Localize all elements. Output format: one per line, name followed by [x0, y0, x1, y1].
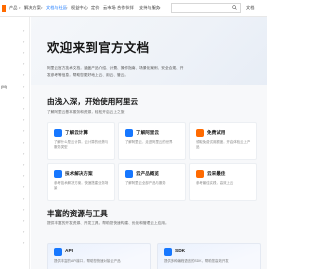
card-title: 云产品概览: [136, 171, 159, 176]
resource-card[interactable]: API 提供丰富的API接口，帮助您快速对接云产品: [47, 243, 151, 269]
resource-icon: [164, 248, 172, 256]
chevron-right-icon[interactable]: ›: [23, 84, 24, 89]
card-icon: [54, 170, 62, 178]
hero-description: 阿里云官方技术文档，涵盖产品介绍、计费、操作指南、场景化案例、安全合规、开发参考…: [47, 66, 184, 77]
card-title: 了解阿里云: [136, 130, 159, 135]
chevron-right-icon[interactable]: ›: [23, 28, 24, 33]
card-title: 云采最佳: [207, 171, 226, 176]
chevron-right-icon[interactable]: ›: [23, 196, 24, 201]
card-description: 参考技术解决方案，快速搭建业务场景: [54, 181, 109, 190]
chevron-right-icon[interactable]: ›: [23, 151, 24, 156]
resource-icon: [54, 248, 62, 256]
section-title-getting-started: 由浅入深，开始使用阿里云: [47, 97, 139, 106]
start-card[interactable]: 免费试用领取免费试用额度，开启体验云上产品: [189, 122, 257, 160]
hero-banner: 欢迎来到官方文档 阿里云官方技术文档，涵盖产品介绍、计费、操作指南、场景化案例、…: [31, 17, 267, 85]
chevron-right-icon[interactable]: ›: [23, 174, 24, 178]
start-card[interactable]: 技术解决方案参考技术解决方案，快速搭建业务场景: [47, 163, 115, 201]
chevron-right-icon[interactable]: ›: [23, 39, 24, 44]
nav-item-docs-community[interactable]: 文档与社区: [46, 5, 67, 11]
chevron-right-icon[interactable]: ›: [23, 129, 24, 133]
card-description: 了解什么是云计算，云计算的优势与服务类型: [54, 140, 109, 149]
sidebar-item-label[interactable]: (M): [1, 84, 7, 89]
chevron-right-icon[interactable]: ›: [23, 106, 24, 111]
chevron-right-icon[interactable]: ›: [23, 62, 24, 66]
nav-item-partners[interactable]: 合作伙伴: [117, 5, 134, 11]
card-description: 领取免费试用额度，开启体验云上产品: [196, 140, 251, 149]
logo[interactable]: [2, 5, 6, 12]
card-icon: [54, 129, 62, 137]
start-card[interactable]: 了解云计算了解什么是云计算，云计算的优势与服务类型: [47, 122, 115, 160]
card-title: 技术解决方案: [65, 171, 93, 176]
start-card[interactable]: 了解阿里云了解阿里云，走进阿里云的世界: [118, 122, 186, 160]
section-description-resources: 提供丰富的开发资源、开发工具，帮助您快速构建、优化和管理云上应用。: [47, 221, 169, 225]
nav-item-products[interactable]: 产品: [9, 5, 17, 11]
chevron-down-icon: ▾: [41, 6, 43, 10]
resource-card[interactable]: SDK 提供多种编程语言的SDK，帮助您高效开发: [157, 243, 261, 269]
card-description: 参考最佳实践，高效上云: [196, 181, 234, 185]
chevron-right-icon[interactable]: ›: [23, 73, 24, 77]
nav-item-support[interactable]: 支持与服务: [139, 5, 160, 11]
card-icon: [196, 170, 204, 178]
chevron-right-icon[interactable]: ›: [23, 118, 24, 122]
chevron-right-icon[interactable]: ›: [23, 218, 24, 223]
chevron-right-icon[interactable]: ›: [23, 207, 24, 212]
resource-card-title: SDK: [175, 249, 186, 254]
chevron-down-icon: ▾: [19, 6, 21, 10]
resource-card-description: 提供多种编程语言的SDK，帮助您高效开发: [164, 259, 229, 263]
nav-item-pricing[interactable]: 定价: [91, 5, 99, 11]
card-icon: [125, 170, 133, 178]
main-content: 欢迎来到官方文档 阿里云官方技术文档，涵盖产品介绍、计费、操作指南、场景化案例、…: [31, 17, 267, 269]
nav-item-benefits[interactable]: 权益中心: [71, 5, 88, 11]
card-icon: [125, 129, 133, 137]
search-icon[interactable]: [232, 5, 237, 10]
chevron-right-icon[interactable]: ›: [23, 162, 24, 167]
card-description: 了解阿里云，走进阿里云的世界: [125, 140, 173, 144]
chevron-right-icon[interactable]: ›: [23, 230, 24, 234]
section-title-resources: 丰富的资源与工具: [47, 209, 108, 218]
card-title: 了解云计算: [65, 130, 88, 135]
chevron-right-icon[interactable]: ›: [23, 50, 24, 55]
search-input[interactable]: [171, 3, 241, 13]
chevron-down-icon: ▾: [159, 6, 161, 10]
chevron-down-icon: ▾: [66, 6, 68, 10]
card-description: 了解阿里云全部产品与服务: [125, 181, 166, 185]
card-title: 免费试用: [207, 130, 226, 135]
page-title: 欢迎来到官方文档: [47, 41, 150, 55]
top-navigation-bar: 产品 ▾ 解决方案 ▾ 文档与社区 ▾ 权益中心 定价 云市场 合作伙伴 支持与…: [0, 0, 267, 17]
card-icon: [196, 129, 204, 137]
nav-item-marketplace[interactable]: 云市场: [103, 5, 116, 11]
chevron-right-icon[interactable]: ›: [23, 185, 24, 189]
resource-card-description: 提供丰富的API接口，帮助您快速对接云产品: [54, 259, 121, 263]
section-description-getting-started: 了解阿里云基本服务和资源，轻松开启云上之旅: [47, 110, 125, 114]
sidebar: › › › › › (M) › › › › › › › › › › › › › › ›: [0, 17, 30, 269]
start-card[interactable]: 云产品概览了解阿里云全部产品与服务: [118, 163, 186, 201]
start-card[interactable]: 云采最佳参考最佳实践，高效上云: [189, 163, 257, 201]
nav-item-solutions[interactable]: 解决方案: [24, 5, 41, 11]
chevron-right-icon[interactable]: ›: [23, 140, 24, 145]
chevron-right-icon[interactable]: ›: [23, 241, 24, 245]
docs-link[interactable]: 文档: [246, 5, 254, 11]
resource-card-title: API: [65, 249, 73, 254]
chevron-right-icon[interactable]: ›: [23, 95, 24, 100]
